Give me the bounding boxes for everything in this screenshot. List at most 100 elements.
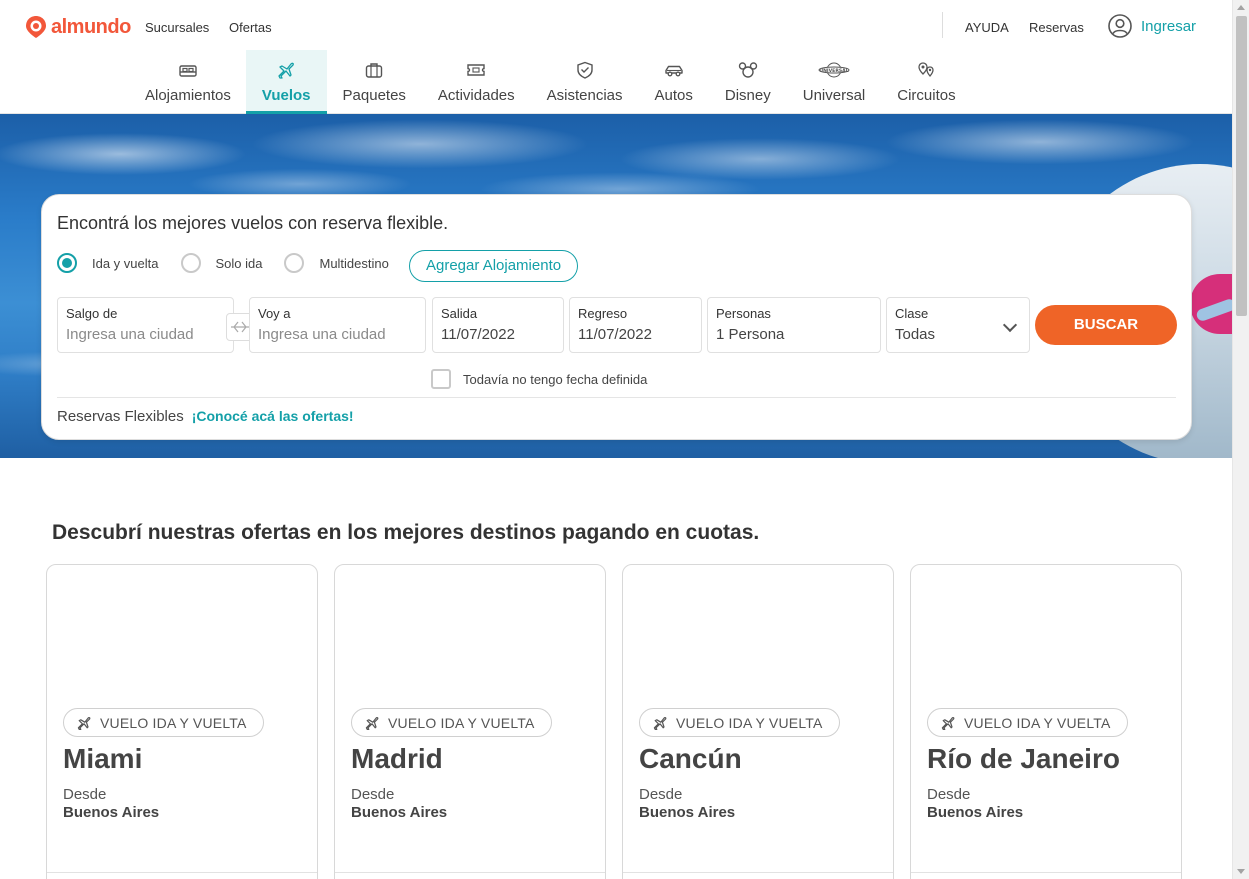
link-sucursales[interactable]: Sucursales [145, 20, 209, 35]
offer-from-label: Desde [927, 786, 971, 803]
tab-asistencias[interactable]: Asistencias [531, 50, 639, 114]
class-label: Clase [895, 306, 929, 321]
return-date-field[interactable]: Regreso 11/07/2022 [569, 297, 702, 353]
offer-divider [47, 872, 317, 873]
ticket-icon [467, 64, 485, 76]
brand-name: almundo [51, 15, 131, 38]
flight-search-card: Encontrá los mejores vuelos con reserva … [41, 194, 1192, 440]
scroll-up-arrow-icon[interactable] [1237, 5, 1245, 10]
offer-badge-text: VUELO IDA Y VUELTA [388, 714, 535, 731]
location-pin-icon [26, 16, 46, 38]
origin-field[interactable]: Salgo de Ingresa una ciudad [57, 297, 234, 353]
offer-badge-text: VUELO IDA Y VUELTA [100, 714, 247, 731]
departure-date-field[interactable]: Salida 11/07/2022 [432, 297, 564, 353]
people-field[interactable]: Personas 1 Persona [707, 297, 881, 353]
tab-label: Circuitos [897, 87, 956, 104]
link-ofertas[interactable]: Ofertas [229, 20, 272, 35]
tab-autos[interactable]: Autos [639, 50, 709, 114]
offer-city: Río de Janeiro [927, 743, 1120, 774]
people-label: Personas [716, 306, 771, 321]
destination-field[interactable]: Voy a Ingresa una ciudad [249, 297, 426, 353]
tab-paquetes[interactable]: Paquetes [327, 50, 422, 114]
tab-universal[interactable]: UNIVERSAL Universal [787, 50, 882, 114]
no-date-checkbox-row[interactable]: Todavía no tengo fecha definida [431, 369, 647, 389]
offer-from-label: Desde [351, 786, 395, 803]
tab-circuitos[interactable]: Circuitos [881, 50, 971, 114]
offer-city: Madrid [351, 743, 443, 774]
map-pins-icon [918, 62, 935, 77]
offer-card-madrid[interactable]: VUELO IDA Y VUELTA Madrid Desde Buenos A… [334, 564, 606, 879]
origin-label: Salgo de [66, 306, 118, 321]
people-value[interactable]: 1 Persona [716, 326, 872, 343]
tab-disney[interactable]: Disney [709, 50, 787, 114]
offer-divider [335, 872, 605, 873]
trip-type-group: Ida y vuelta Solo ida Multidestino [57, 250, 411, 276]
offer-from-label: Desde [63, 786, 107, 803]
flex-offers-link[interactable]: ¡Conocé acá las ofertas! [192, 408, 354, 424]
add-lodging-button[interactable]: Agregar Alojamiento [409, 250, 579, 282]
tab-label: Asistencias [546, 87, 623, 104]
tab-label: Vuelos [261, 87, 311, 104]
class-value[interactable]: Todas [895, 326, 1021, 343]
offer-city: Cancún [639, 743, 742, 774]
no-date-label: Todavía no tengo fecha definida [463, 371, 648, 387]
plane-icon [941, 716, 955, 730]
tab-label: Actividades [437, 87, 515, 104]
tab-vuelos[interactable]: Vuelos [245, 50, 327, 114]
page: almundo Sucursales Ofertas AYUDA Reserva… [0, 0, 1249, 879]
user-account-icon[interactable] [1108, 14, 1132, 38]
tab-label: Disney [724, 87, 771, 104]
return-value[interactable]: 11/07/2022 [578, 326, 693, 343]
offer-origin: Buenos Aires [63, 804, 160, 821]
tab-label: Paquetes [342, 87, 406, 104]
link-reservas[interactable]: Reservas [1029, 20, 1084, 35]
top-header: almundo Sucursales Ofertas AYUDA Reserva… [0, 0, 1232, 114]
offer-card-miami[interactable]: VUELO IDA Y VUELTA Miami Desde Buenos Ai… [46, 564, 318, 879]
plane-icon [231, 321, 249, 333]
tab-label: Universal [802, 87, 866, 104]
offer-badge-text: VUELO IDA Y VUELTA [676, 714, 823, 731]
search-title: Encontrá los mejores vuelos con reserva … [57, 213, 449, 233]
suitcase-icon [366, 63, 383, 78]
search-button[interactable]: BUSCAR [1035, 305, 1177, 345]
radio-unselected [284, 253, 305, 273]
trip-type-round[interactable]: Ida y vuelta [57, 253, 159, 273]
trip-type-label: Multidestino [319, 255, 389, 271]
class-select[interactable]: Clase Todas [886, 297, 1030, 353]
departure-value[interactable]: 11/07/2022 [441, 326, 555, 343]
trip-type-multi[interactable]: Multidestino [284, 253, 389, 273]
tab-label: Alojamientos [145, 87, 231, 104]
plane-icon [653, 716, 667, 730]
radio-unselected [180, 253, 201, 273]
offer-divider [911, 872, 1181, 873]
svg-text:UNIVERSAL: UNIVERSAL [819, 68, 848, 74]
origin-input[interactable]: Ingresa una ciudad [66, 326, 225, 343]
offers-title: Descubrí nuestras ofertas en los mejores… [52, 521, 760, 544]
tab-label: Autos [654, 87, 693, 104]
offer-badge-text: VUELO IDA Y VUELTA [964, 714, 1111, 731]
destination-input[interactable]: Ingresa una ciudad [258, 326, 417, 343]
plane-icon [278, 62, 295, 79]
scroll-down-arrow-icon[interactable] [1237, 869, 1245, 874]
offer-card-rio[interactable]: VUELO IDA Y VUELTA Río de Janeiro Desde … [910, 564, 1182, 879]
login-link[interactable]: Ingresar [1141, 18, 1196, 35]
shield-icon [576, 61, 593, 79]
offer-from-label: Desde [639, 786, 683, 803]
offer-card-cancun[interactable]: VUELO IDA Y VUELTA Cancún Desde Buenos A… [622, 564, 894, 879]
tab-actividades[interactable]: Actividades [422, 50, 531, 114]
tab-alojamientos[interactable]: Alojamientos [130, 50, 246, 114]
plane-icon [77, 716, 91, 730]
link-ayuda[interactable]: AYUDA [965, 20, 1009, 35]
offer-badge: VUELO IDA Y VUELTA [351, 708, 552, 737]
no-date-checkbox[interactable] [431, 369, 451, 389]
destination-label: Voy a [258, 306, 291, 321]
trip-type-label: Ida y vuelta [92, 255, 159, 271]
bed-icon [179, 65, 197, 77]
offer-badge: VUELO IDA Y VUELTA [927, 708, 1128, 737]
scrollbar-thumb[interactable] [1236, 16, 1247, 316]
trip-type-oneway[interactable]: Solo ida [180, 253, 262, 273]
flex-label: Reservas Flexibles [57, 408, 184, 425]
page-scrollbar[interactable] [1232, 0, 1249, 879]
brand-logo[interactable]: almundo [25, 15, 131, 39]
header-divider [942, 12, 943, 38]
